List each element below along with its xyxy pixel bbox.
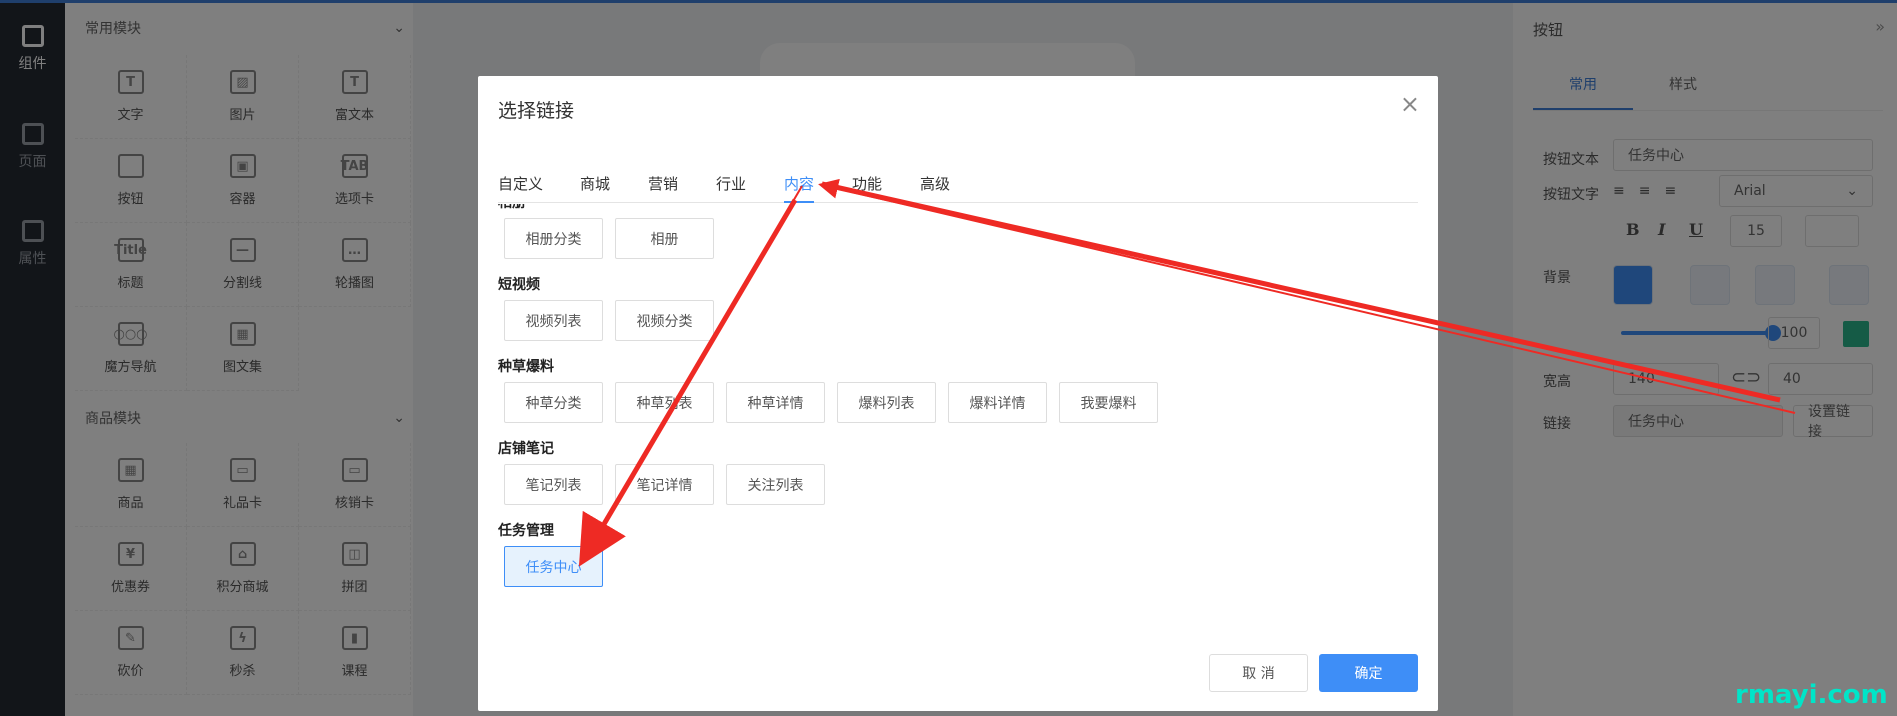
arrow-link-to-tab-thick xyxy=(821,181,1781,403)
annotation-arrows xyxy=(578,178,1796,567)
arrow-tab-to-task-thick xyxy=(578,198,798,567)
watermark: rmayi.com xyxy=(1735,680,1888,710)
